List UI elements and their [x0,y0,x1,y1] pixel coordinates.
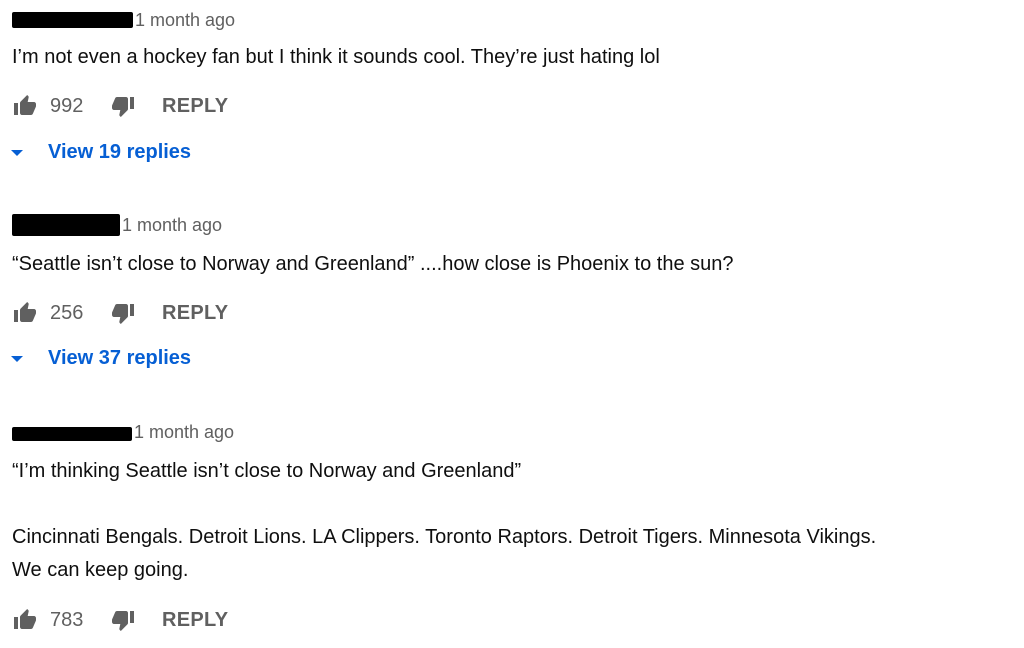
comment-actions: 992 REPLY [12,91,1012,121]
like-count: 992 [50,94,84,117]
comment-text: “I’m thinking Seattle isn’t close to Nor… [12,460,877,581]
caret-down-icon [11,149,23,156]
comment: 1 month ago I’m not even a hockey fan bu… [12,8,1012,121]
reply-button[interactable]: REPLY [162,302,228,325]
thumbs-down-icon[interactable] [110,94,136,118]
comment: 1 month ago “I’m thinking Seattle isn’t … [12,420,1012,635]
comment-timestamp[interactable]: 1 month ago [122,215,222,236]
view-replies-label: View 37 replies [48,347,192,369]
thumbs-down-icon[interactable] [110,608,136,632]
comment-actions: 256 REPLY [12,298,1012,328]
reply-button[interactable]: REPLY [162,95,228,118]
comment-timestamp[interactable]: 1 month ago [135,10,235,31]
thumbs-up-icon[interactable] [12,301,38,325]
comment-header: 1 month ago [12,420,1012,444]
like-count: 256 [50,301,84,324]
view-replies-label: View 19 replies [48,141,192,163]
comment-text: “Seattle isn’t close to Norway and Green… [12,253,734,275]
thumbs-down-icon[interactable] [110,301,136,325]
caret-down-icon [11,355,23,362]
comment-text: I’m not even a hockey fan but I think it… [12,46,660,68]
comment-actions: 783 REPLY [12,605,1012,635]
comment-header: 1 month ago [12,213,1012,237]
reply-button[interactable]: REPLY [162,609,228,632]
redacted-author-name [12,214,120,236]
view-replies-button[interactable]: View 19 replies [10,141,191,164]
thumbs-up-icon[interactable] [12,94,38,118]
redacted-author-name [12,12,133,28]
like-count: 783 [50,608,84,631]
view-replies-button[interactable]: View 37 replies [10,347,191,370]
thumbs-up-icon[interactable] [12,608,38,632]
comment: 1 month ago “Seattle isn’t close to Norw… [12,213,1012,328]
comment-timestamp[interactable]: 1 month ago [134,422,234,443]
comment-header: 1 month ago [12,8,1012,32]
redacted-author-name [12,427,132,441]
